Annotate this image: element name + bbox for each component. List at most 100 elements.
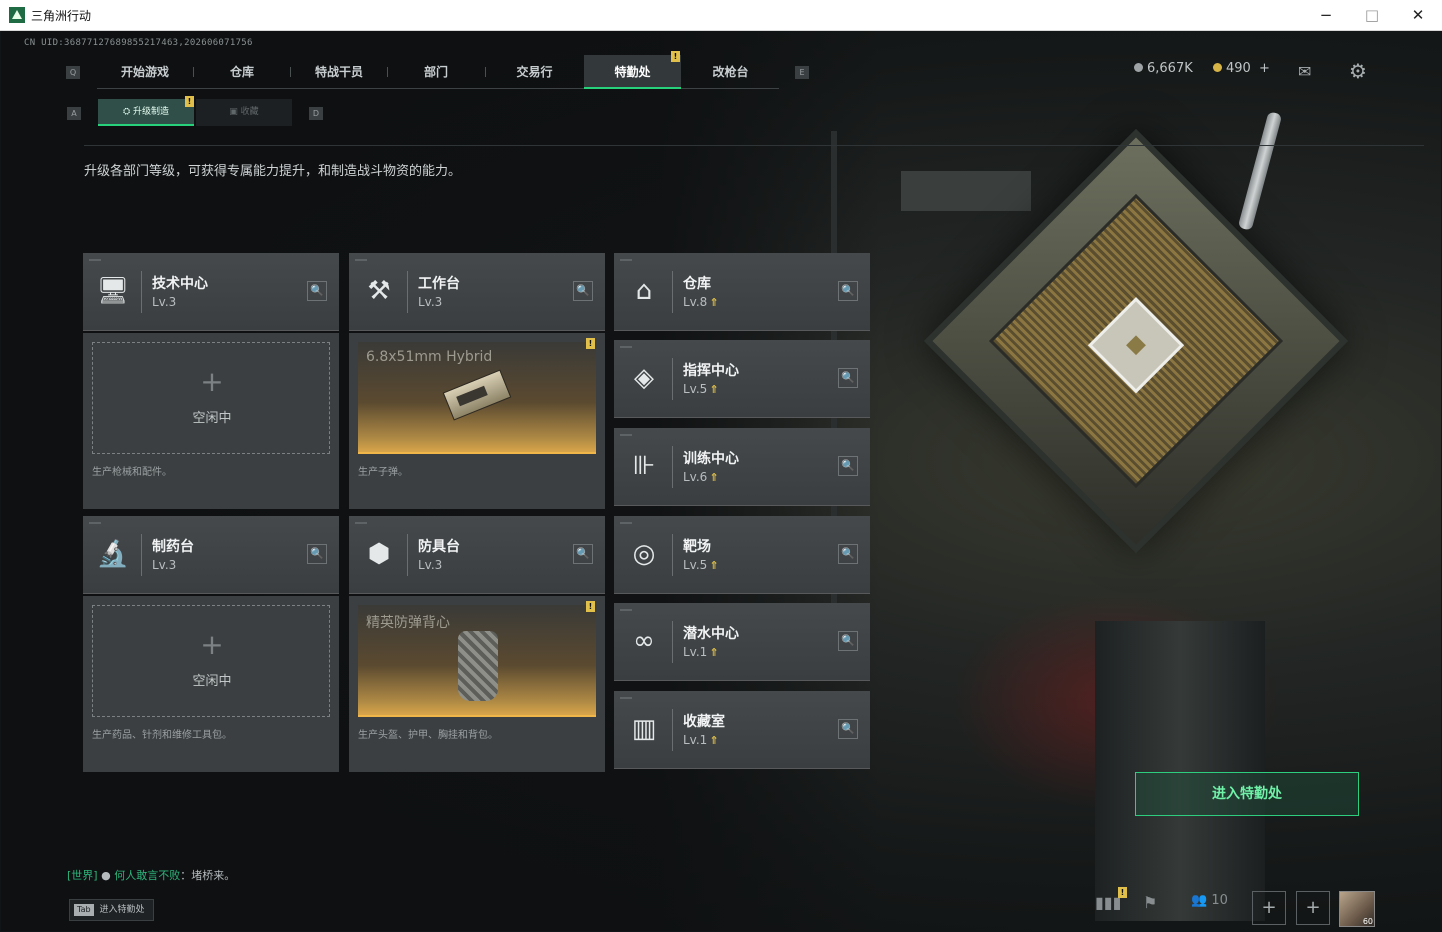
card-corner	[620, 434, 632, 436]
tab-hint-label: 进入特勤处	[99, 905, 145, 915]
world-chat-line[interactable]: [世界] ● 何人敢言不败：堵桥来。	[67, 867, 235, 883]
app-logo-icon	[9, 7, 25, 23]
search-icon[interactable]: 🔍	[838, 368, 858, 388]
player-uid: CN UID:36877127689855217463,202606071756	[24, 38, 253, 48]
mail-icon[interactable]: ✉	[1298, 62, 1311, 81]
production-slot-in-progress[interactable]: 6.8x51mm Hybrid	[358, 342, 596, 454]
silver-coin-icon	[1134, 63, 1143, 72]
add-slot-button-1[interactable]: +	[1252, 891, 1286, 925]
facility-name: 制药台	[152, 539, 194, 555]
card-corner	[89, 522, 101, 524]
facility-level: Lv.1 ⇑	[683, 733, 719, 747]
facility-level: Lv.3	[152, 295, 177, 309]
empty-production-slot[interactable]: + 空闲中	[92, 605, 330, 717]
search-icon[interactable]: 🔍	[573, 281, 593, 301]
plus-icon: +	[200, 628, 224, 661]
tab-warehouse[interactable]: 仓库	[194, 55, 290, 89]
ammo-box-image	[442, 369, 512, 421]
add-slot-button-2[interactable]: +	[1296, 891, 1330, 925]
tab-start-game[interactable]: 开始游戏	[97, 55, 193, 89]
slot-footer: 生产头盔、护甲、胸挂和背包。	[358, 730, 498, 741]
upgrade-arrow-icon: ⇑	[709, 559, 719, 572]
facility-card-pharmacy[interactable]: 🔬 制药台 Lv.3 🔍	[83, 516, 339, 594]
maximize-button[interactable]: □	[1349, 0, 1395, 31]
search-icon[interactable]: 🔍	[307, 544, 327, 564]
search-icon[interactable]: 🔍	[838, 544, 858, 564]
production-slot-in-progress[interactable]: 精英防弹背心	[358, 605, 596, 717]
facility-name: 收藏室	[683, 714, 725, 730]
facility-card-workbench[interactable]: ⚒ 工作台 Lv.3 🔍	[349, 253, 605, 331]
silver-currency: 6,667K	[1134, 61, 1193, 76]
microscope-icon: 🔬	[96, 539, 130, 569]
chat-user-icon: ●	[101, 869, 115, 882]
plus-icon: +	[200, 365, 224, 398]
upgrade-arrow-icon: ⇑	[709, 296, 719, 309]
slot-badge: !	[586, 601, 595, 612]
facility-card-tech[interactable]: 🖥 技术中心 Lv.3 🔍	[83, 253, 339, 331]
minimize-button[interactable]: −	[1303, 0, 1349, 31]
avatar-level: 60	[1362, 917, 1373, 926]
card-divider	[672, 534, 673, 576]
facility-level: Lv.6 ⇑	[683, 470, 719, 484]
upgrade-arrow-icon: ⇑	[709, 646, 719, 659]
add-gold-button[interactable]: +	[1259, 61, 1270, 76]
stats-badge: !	[1118, 887, 1127, 898]
search-icon[interactable]: 🔍	[838, 631, 858, 651]
wrench-icon: ⛭	[122, 107, 134, 117]
card-corner	[355, 522, 367, 524]
card-divider	[141, 271, 142, 313]
slot-footer: 生产药品、针剂和维修工具包。	[92, 730, 232, 741]
produced-item-name: 6.8x51mm Hybrid	[366, 349, 493, 365]
chat-message: ：堵桥来。	[180, 869, 236, 882]
friends-button[interactable]: 👥 10	[1191, 893, 1228, 908]
facility-card-command[interactable]: ◈ 指挥中心 Lv.5 ⇑ 🔍	[614, 340, 870, 418]
display-case-icon: ▥	[631, 714, 657, 744]
search-icon[interactable]: 🔍	[838, 281, 858, 301]
close-button[interactable]: ✕	[1395, 0, 1441, 31]
slot-status: 空闲中	[192, 411, 232, 426]
search-icon[interactable]: 🔍	[573, 544, 593, 564]
nav-prev-key: Q	[66, 66, 80, 79]
facility-card-warehouse[interactable]: ⌂ 仓库 Lv.8 ⇑ 🔍	[614, 253, 870, 331]
subtab-upgrade-craft[interactable]: ⛭ 升级制造	[98, 99, 194, 126]
card-corner	[620, 522, 632, 524]
tab-operators[interactable]: 特战干员	[291, 55, 387, 89]
flag-icon[interactable]: ⚑	[1143, 893, 1157, 912]
card-divider	[141, 534, 142, 576]
title-bar: 三角洲行动 − □ ✕	[0, 0, 1442, 31]
search-icon[interactable]: 🔍	[838, 456, 858, 476]
facility-card-collection[interactable]: ▥ 收藏室 Lv.1 ⇑ 🔍	[614, 691, 870, 769]
production-panel-tech: + 空闲中 生产枪械和配件。	[83, 333, 339, 509]
facility-level: Lv.1 ⇑	[683, 645, 719, 659]
tab-trading[interactable]: 交易行	[486, 55, 583, 89]
subtab-collection[interactable]: ▣ 收藏	[196, 99, 292, 126]
settings-gear-icon[interactable]: ⚙	[1349, 59, 1367, 83]
player-avatar[interactable]: 60	[1339, 891, 1375, 927]
tab-hint[interactable]: Tab 进入特勤处	[69, 899, 154, 921]
vest-image	[458, 631, 498, 701]
card-divider	[407, 271, 408, 313]
tab-department[interactable]: 部门	[388, 55, 484, 89]
card-corner	[620, 609, 632, 611]
friends-icon: 👥	[1191, 893, 1212, 908]
production-panel-workbench: 6.8x51mm Hybrid ! 生产子弹。	[349, 333, 605, 509]
facility-name: 靶场	[683, 539, 711, 555]
enter-special-ops-button[interactable]: 进入特勤处	[1135, 772, 1359, 816]
facility-card-diving[interactable]: ∞ 潜水中心 Lv.1 ⇑ 🔍	[614, 603, 870, 681]
facility-level: Lv.5 ⇑	[683, 558, 719, 572]
facility-card-range[interactable]: ◎ 靶场 Lv.5 ⇑ 🔍	[614, 516, 870, 594]
card-corner	[620, 346, 632, 348]
cubes-icon: ⬢	[367, 539, 391, 569]
upgrade-arrow-icon: ⇑	[709, 383, 719, 396]
search-icon[interactable]: 🔍	[838, 719, 858, 739]
tab-gunsmith[interactable]: 改枪台	[682, 55, 779, 89]
slot-footer: 生产枪械和配件。	[92, 467, 172, 478]
tab-special-ops[interactable]: 特勤处	[584, 55, 681, 89]
facility-card-armor[interactable]: ⬢ 防具台 Lv.3 🔍	[349, 516, 605, 594]
empty-production-slot[interactable]: + 空闲中	[92, 342, 330, 454]
facility-card-training[interactable]: ⊪ 训练中心 Lv.6 ⇑ 🔍	[614, 428, 870, 506]
search-icon[interactable]: 🔍	[307, 281, 327, 301]
facility-name: 潜水中心	[683, 626, 739, 642]
gold-currency[interactable]: 490 +	[1213, 61, 1270, 76]
friends-count: 10	[1211, 893, 1228, 908]
